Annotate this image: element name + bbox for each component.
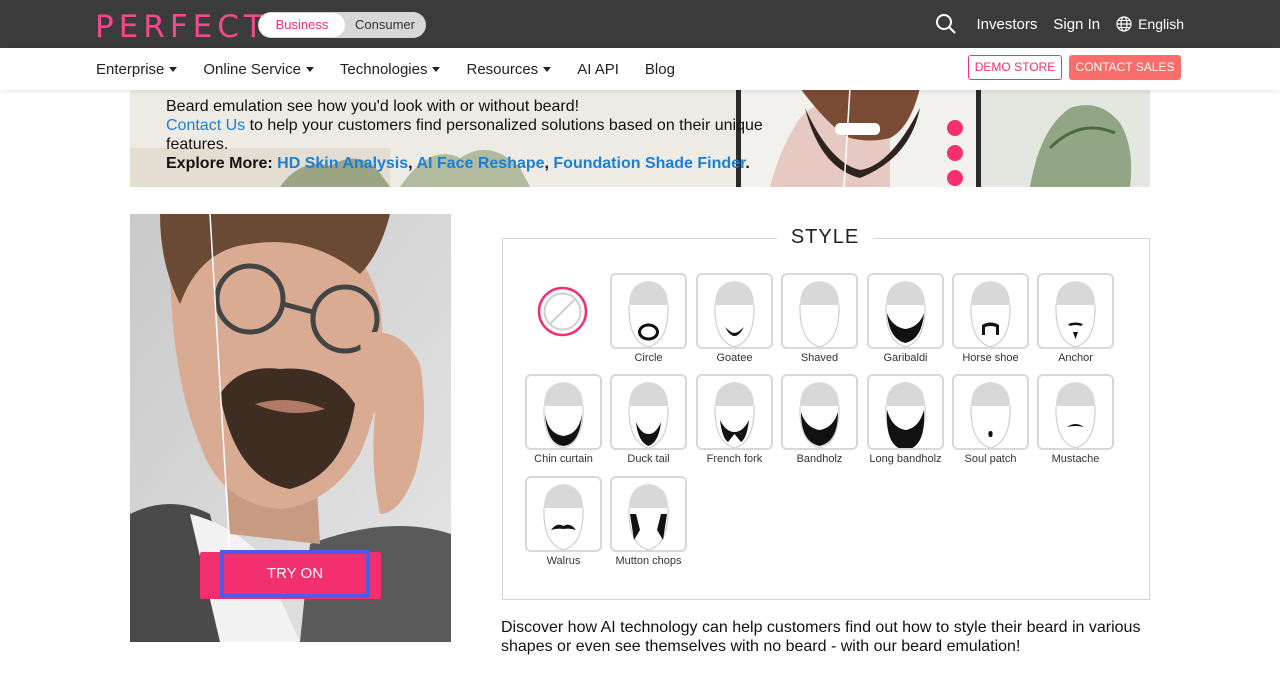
banner-line-2-text: to help your customers find personalized… xyxy=(166,117,763,153)
beard-style-icon xyxy=(714,281,755,347)
nav-ai-api-label: AI API xyxy=(577,60,619,78)
contact-us-link[interactable]: Contact Us xyxy=(166,117,245,134)
beard-style-icon xyxy=(799,281,840,347)
caret-down-icon xyxy=(543,66,552,72)
language-selector[interactable]: English xyxy=(1116,16,1184,32)
beard-option-mustache[interactable] xyxy=(1037,374,1114,450)
style-title: STYLE xyxy=(777,226,873,250)
beard-option-label: Circle xyxy=(634,352,663,364)
perfect-logo[interactable]: PERFECT xyxy=(95,9,268,45)
share-icon[interactable] xyxy=(947,170,963,186)
beard-option-mutton-chops[interactable] xyxy=(610,476,687,552)
nav-technologies[interactable]: Technologies xyxy=(340,61,441,78)
nav-enterprise[interactable]: Enterprise xyxy=(96,60,178,78)
beard-style-icon xyxy=(714,382,755,448)
nav-enterprise-label: Enterprise xyxy=(96,60,165,78)
beard-option-label: Mustache xyxy=(1051,453,1100,465)
beard-option-duck-tail[interactable] xyxy=(610,374,687,450)
language-label: English xyxy=(1138,16,1184,32)
main-nav: Enterprise Online Service Technologies R… xyxy=(0,48,1280,90)
beard-style-icon xyxy=(628,484,669,550)
banner-line-2: Contact Us to help your customers find p… xyxy=(166,116,786,154)
beard-option-long-bandholz[interactable] xyxy=(867,374,944,450)
beard-style-icon xyxy=(628,281,669,347)
caret-down-icon xyxy=(432,66,441,72)
nav-online-service[interactable]: Online Service xyxy=(203,61,314,78)
caret-down-icon xyxy=(169,66,178,72)
nav-blog-label: Blog xyxy=(644,60,675,78)
beard-style-icon xyxy=(543,484,584,550)
gallery-icon[interactable] xyxy=(947,145,963,161)
beard-option-horse-shoe[interactable] xyxy=(952,273,1029,349)
nav-resources[interactable]: Resources xyxy=(466,60,552,78)
beard-option-label: Shaved xyxy=(800,352,839,364)
top-bar: PERFECT Consumer Business Investors Sign… xyxy=(0,0,1280,48)
try-on-button[interactable]: TRY ON xyxy=(220,550,370,598)
search-icon[interactable] xyxy=(935,13,957,35)
beard-option-chin-curtain[interactable] xyxy=(525,374,602,450)
nav-online-service-label: Online Service xyxy=(203,60,301,78)
beard-option-soul-patch[interactable] xyxy=(952,374,1029,450)
beard-style-icon xyxy=(543,382,584,448)
beard-style-icon xyxy=(970,281,1011,347)
compare-icon[interactable] xyxy=(947,120,963,136)
caret-down-icon xyxy=(305,66,314,72)
banner: Beard emulation see how you'd look with … xyxy=(130,88,1150,187)
foundation-shade-finder-link[interactable]: Foundation Shade Finder xyxy=(553,155,745,172)
beard-style-icon xyxy=(1055,281,1096,347)
beard-option-label: Bandholz xyxy=(796,453,843,465)
top-right-links: Investors Sign In English xyxy=(935,0,1184,48)
beard-style-icon xyxy=(1055,382,1096,448)
globe-icon xyxy=(1116,16,1132,32)
nav-resources-label: Resources xyxy=(466,60,539,78)
sign-in-link[interactable]: Sign In xyxy=(1053,16,1100,33)
period: . xyxy=(745,155,750,172)
beard-option-anchor[interactable] xyxy=(1037,273,1114,349)
beard-option-goatee[interactable] xyxy=(696,273,773,349)
explore-more-label: Explore More: xyxy=(166,155,278,172)
nav-technologies-label: Technologies xyxy=(339,60,428,78)
beard-option-label: Duck tail xyxy=(627,453,670,465)
beard-option-garibaldi[interactable] xyxy=(867,273,944,349)
beard-style-icon xyxy=(799,382,840,448)
ai-face-reshape-link[interactable]: AI Face Reshape xyxy=(416,155,544,172)
toggle-consumer[interactable]: Consumer xyxy=(344,12,426,38)
beard-style-icon xyxy=(885,281,926,347)
demo-store-button[interactable]: DEMO STORE xyxy=(968,55,1062,80)
hd-skin-analysis-link[interactable]: HD Skin Analysis xyxy=(277,155,408,172)
beard-option-label: Anchor xyxy=(1058,352,1093,364)
contact-sales-button[interactable]: CONTACT SALES xyxy=(1069,55,1181,80)
beard-option-shaved[interactable] xyxy=(781,273,858,349)
nav-blog[interactable]: Blog xyxy=(645,61,675,78)
beard-option-walrus[interactable] xyxy=(525,476,602,552)
beard-style-icon xyxy=(628,382,669,448)
banner-text: Beard emulation see how you'd look with … xyxy=(166,97,786,173)
beard-option-french-fork[interactable] xyxy=(696,374,773,450)
beard-option-bandholz[interactable] xyxy=(781,374,858,450)
no-beard-icon[interactable] xyxy=(537,286,588,337)
toggle-business[interactable]: Business xyxy=(259,13,345,37)
beard-description: Discover how AI technology can help cust… xyxy=(501,619,1141,655)
explore-more: Explore More: HD Skin Analysis, AI Face … xyxy=(166,154,786,173)
beard-style-icon xyxy=(970,382,1011,448)
nav-ai-api[interactable]: AI API xyxy=(577,61,619,78)
beard-style-icon xyxy=(885,382,926,448)
beard-option-circle[interactable] xyxy=(610,273,687,349)
audience-toggle[interactable]: Consumer Business xyxy=(258,12,426,38)
beard-option-label: Mutton chops xyxy=(615,555,682,567)
investors-link[interactable]: Investors xyxy=(977,16,1038,33)
banner-line-1: Beard emulation see how you'd look with … xyxy=(166,98,580,115)
